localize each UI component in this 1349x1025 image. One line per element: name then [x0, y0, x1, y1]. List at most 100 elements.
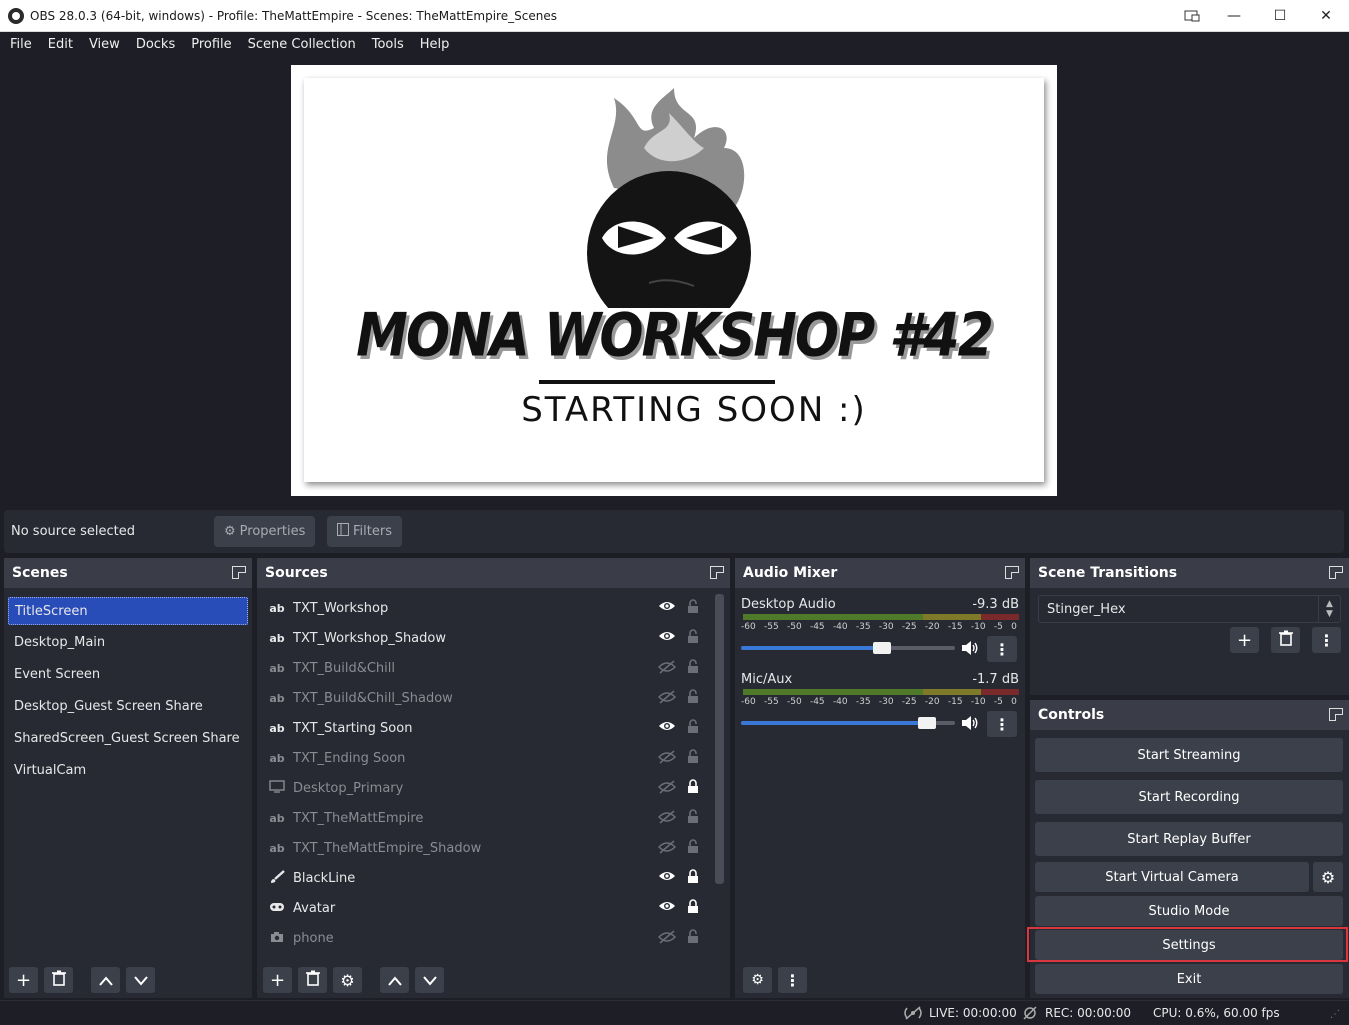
scene-item-virtualcam[interactable]: VirtualCam — [8, 755, 248, 787]
meter-tick: -55 — [763, 697, 779, 707]
sources-scrollbar[interactable] — [715, 594, 724, 884]
unlock-icon[interactable] — [687, 719, 699, 738]
virtual-camera-settings-button[interactable]: ⚙ — [1313, 862, 1343, 892]
volume-slider-knob[interactable] — [918, 717, 936, 729]
eye-icon[interactable] — [658, 900, 676, 916]
eye-icon[interactable] — [658, 720, 676, 736]
lock-icon[interactable] — [687, 779, 699, 798]
start-recording-button[interactable]: Start Recording — [1035, 780, 1343, 814]
start-streaming-button[interactable]: Start Streaming — [1035, 738, 1343, 772]
add-source-button[interactable]: + — [263, 967, 292, 993]
meter-ticks: -60 -55 -50 -45 -40 -35 -30 -25 -20 -15 -10 -5 0 — [741, 697, 1017, 707]
eye-slash-icon[interactable] — [657, 750, 677, 768]
menu-view[interactable]: View — [81, 37, 128, 52]
speaker-icon[interactable] — [961, 715, 979, 735]
cast-icon[interactable] — [1173, 0, 1211, 32]
unlock-icon[interactable] — [687, 809, 699, 828]
volume-slider[interactable] — [741, 642, 955, 654]
unlock-icon[interactable] — [687, 659, 699, 678]
exit-button[interactable]: Exit — [1035, 964, 1343, 994]
eye-icon[interactable] — [658, 630, 676, 646]
remove-transition-button[interactable] — [1271, 627, 1300, 653]
unlock-icon[interactable] — [687, 689, 699, 708]
start-replay-buffer-button[interactable]: Start Replay Buffer — [1035, 822, 1343, 856]
source-item[interactable]: ab TXT_Workshop — [268, 593, 708, 623]
source-item[interactable]: ab TXT_Build&Chill — [268, 653, 708, 683]
menu-scene-collection[interactable]: Scene Collection — [240, 37, 364, 52]
eye-slash-icon[interactable] — [657, 810, 677, 828]
speaker-icon[interactable] — [961, 640, 979, 660]
source-item[interactable]: BlackLine — [268, 863, 708, 893]
source-properties-button[interactable]: ⚙ — [333, 967, 362, 993]
move-source-down-button[interactable] — [415, 967, 444, 993]
lock-icon[interactable] — [687, 869, 699, 888]
maximize-button[interactable]: ☐ — [1257, 0, 1303, 32]
source-item[interactable]: ab TXT_Workshop_Shadow — [268, 623, 708, 653]
undock-icon[interactable] — [710, 566, 724, 579]
remove-source-button[interactable] — [298, 967, 327, 993]
resize-grip-icon[interactable]: ⋰ — [1330, 1009, 1340, 1020]
eye-slash-icon[interactable] — [657, 930, 677, 948]
meter-tick: -40 — [832, 622, 848, 632]
advanced-audio-button[interactable]: ⚙ — [743, 967, 772, 993]
channel-menu-button[interactable]: ⋮ — [987, 711, 1017, 737]
remove-scene-button[interactable] — [44, 967, 73, 993]
undock-icon[interactable] — [1329, 566, 1343, 579]
start-virtual-camera-button[interactable]: Start Virtual Camera — [1035, 862, 1309, 892]
eye-slash-icon[interactable] — [657, 780, 677, 798]
move-scene-down-button[interactable] — [126, 967, 155, 993]
menu-help[interactable]: Help — [412, 37, 458, 52]
undock-icon[interactable] — [232, 566, 246, 579]
undock-icon[interactable] — [1329, 708, 1343, 721]
eye-icon[interactable] — [658, 870, 676, 886]
menu-edit[interactable]: Edit — [40, 37, 81, 52]
minimize-button[interactable]: — — [1211, 0, 1257, 32]
properties-button[interactable]: ⚙ Properties — [214, 516, 316, 547]
add-transition-button[interactable]: + — [1230, 627, 1259, 653]
lock-icon[interactable] — [687, 899, 699, 918]
scene-item-desktop-guest[interactable]: Desktop_Guest Screen Share — [8, 691, 248, 723]
mixer-channel-name: Desktop Audio — [741, 597, 836, 612]
volume-slider-knob[interactable] — [873, 642, 891, 654]
source-item[interactable]: Desktop_Primary — [268, 773, 708, 803]
volume-slider[interactable] — [741, 717, 955, 729]
channel-menu-button[interactable]: ⋮ — [987, 636, 1017, 662]
unlock-icon[interactable] — [687, 839, 699, 858]
close-button[interactable]: ✕ — [1303, 0, 1349, 32]
source-item[interactable]: Avatar — [268, 893, 708, 923]
menu-profile[interactable]: Profile — [183, 37, 239, 52]
eye-icon[interactable] — [658, 600, 676, 616]
move-source-up-button[interactable] — [380, 967, 409, 993]
source-item[interactable]: ab TXT_Ending Soon — [268, 743, 708, 773]
undock-icon[interactable] — [1005, 566, 1019, 579]
preview-canvas[interactable]: MONA WORKSHOP #42 STARTING SOON :) — [291, 65, 1057, 496]
unlock-icon[interactable] — [687, 629, 699, 648]
scene-item-desktop-main[interactable]: Desktop_Main — [8, 627, 248, 659]
unlock-icon[interactable] — [687, 749, 699, 768]
scene-item-event-screen[interactable]: Event Screen — [8, 659, 248, 691]
unlock-icon[interactable] — [687, 929, 699, 948]
transition-menu-button[interactable]: ⋮ — [1312, 627, 1341, 653]
scene-item-titlescreen[interactable]: TitleScreen — [8, 597, 248, 625]
menu-docks[interactable]: Docks — [128, 37, 183, 52]
source-item[interactable]: ab TXT_TheMattEmpire_Shadow — [268, 833, 708, 863]
source-item[interactable]: phone — [268, 923, 708, 953]
unlock-icon[interactable] — [687, 599, 699, 618]
eye-slash-icon[interactable] — [657, 660, 677, 678]
studio-mode-button[interactable]: Studio Mode — [1035, 896, 1343, 926]
filters-button[interactable]: Filters — [327, 516, 402, 547]
transition-select[interactable]: Stinger_Hex ▲ ▼ — [1038, 595, 1341, 623]
eye-slash-icon[interactable] — [657, 690, 677, 708]
menu-tools[interactable]: Tools — [364, 37, 412, 52]
move-scene-up-button[interactable] — [91, 967, 120, 993]
source-item[interactable]: ab TXT_Starting Soon — [268, 713, 708, 743]
menu-file[interactable]: File — [2, 37, 40, 52]
eye-slash-icon[interactable] — [657, 840, 677, 858]
meter-tick: -20 — [924, 622, 940, 632]
add-scene-button[interactable]: + — [9, 967, 38, 993]
source-item[interactable]: ab TXT_Build&Chill_Shadow — [268, 683, 708, 713]
source-item-label: TXT_TheMattEmpire_Shadow — [293, 840, 482, 856]
mixer-menu-button[interactable]: ⋮ — [778, 967, 807, 993]
scene-item-sharedscreen-guest[interactable]: SharedScreen_Guest Screen Share — [8, 723, 248, 755]
source-item[interactable]: ab TXT_TheMattEmpire — [268, 803, 708, 833]
